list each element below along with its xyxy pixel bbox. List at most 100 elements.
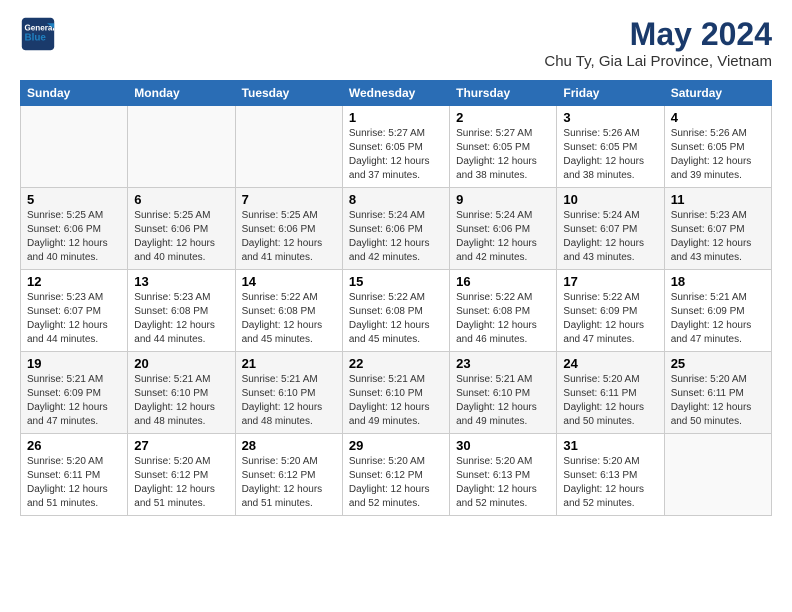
day-info: Sunrise: 5:21 AM Sunset: 6:10 PM Dayligh… [242,373,336,429]
day-info: Sunrise: 5:23 AM Sunset: 6:07 PM Dayligh… [27,291,121,347]
day-cell: 30Sunrise: 5:20 AM Sunset: 6:13 PM Dayli… [450,434,557,516]
day-cell: 4 Sunrise: 5:26 AM Sunset: 6:05 PM Daylig… [664,106,771,188]
day-number: 25 [671,356,765,371]
day-info: Sunrise: 5:21 AM Sunset: 6:09 PM Dayligh… [27,373,121,429]
day-cell: 24 Sunrise: 5:20 AM Sunset: 6:11 PM Dayli… [557,352,664,434]
day-info: Sunrise: 5:22 AM Sunset: 6:09 PM Dayligh… [563,291,657,347]
day-number: 8 [349,192,443,207]
day-cell: 9Sunrise: 5:24 AM Sunset: 6:06 PM Daylig… [450,188,557,270]
day-cell: 16 Sunrise: 5:22 AM Sunset: 6:08 PM Dayli… [450,270,557,352]
day-info: Sunrise: 5:21 AM Sunset: 6:10 PM Dayligh… [456,373,550,429]
day-info: Sunrise: 5:27 AM Sunset: 6:05 PM Dayligh… [349,127,443,183]
day-number: 29 [349,438,443,453]
subtitle: Chu Ty, Gia Lai Province, Vietnam [544,53,772,70]
day-cell: 28 Sunrise: 5:20 AM Sunset: 6:12 PM Dayli… [235,434,342,516]
day-info: Sunrise: 5:22 AM Sunset: 6:08 PM Dayligh… [242,291,336,347]
col-header-friday: Friday [557,81,664,106]
logo: General Blue [20,16,56,52]
main-title: May 2024 [544,16,772,53]
day-cell: 15 Sunrise: 5:22 AM Sunset: 6:08 PM Dayli… [342,270,449,352]
day-info: Sunrise: 5:26 AM Sunset: 6:05 PM Dayligh… [671,127,765,183]
day-number: 14 [242,274,336,289]
day-info: Sunrise: 5:20 AM Sunset: 6:11 PM Dayligh… [671,373,765,429]
col-header-monday: Monday [128,81,235,106]
day-number: 16 [456,274,550,289]
day-number: 10 [563,192,657,207]
day-number: 4 [671,110,765,125]
day-number: 2 [456,110,550,125]
day-number: 26 [27,438,121,453]
logo-icon: General Blue [20,16,56,52]
col-header-sunday: Sunday [21,81,128,106]
day-info: Sunrise: 5:20 AM Sunset: 6:12 PM Dayligh… [134,455,228,511]
day-cell: 10 Sunrise: 5:24 AM Sunset: 6:07 PM Dayli… [557,188,664,270]
week-row-5: 26Sunrise: 5:20 AM Sunset: 6:11 PM Dayli… [21,434,772,516]
day-cell: 13Sunrise: 5:23 AM Sunset: 6:08 PM Dayli… [128,270,235,352]
day-number: 24 [563,356,657,371]
day-info: Sunrise: 5:24 AM Sunset: 6:07 PM Dayligh… [563,209,657,265]
week-row-4: 19 Sunrise: 5:21 AM Sunset: 6:09 PM Dayli… [21,352,772,434]
day-cell: 31 Sunrise: 5:20 AM Sunset: 6:13 PM Dayli… [557,434,664,516]
day-number: 6 [134,192,228,207]
day-info: Sunrise: 5:22 AM Sunset: 6:08 PM Dayligh… [349,291,443,347]
day-number: 31 [563,438,657,453]
day-cell [21,106,128,188]
day-number: 18 [671,274,765,289]
day-number: 19 [27,356,121,371]
day-number: 21 [242,356,336,371]
day-cell: 2 Sunrise: 5:27 AM Sunset: 6:05 PM Daylig… [450,106,557,188]
day-number: 1 [349,110,443,125]
day-cell: 3 Sunrise: 5:26 AM Sunset: 6:05 PM Daylig… [557,106,664,188]
day-cell: 5Sunrise: 5:25 AM Sunset: 6:06 PM Daylig… [21,188,128,270]
days-header-row: SundayMondayTuesdayWednesdayThursdayFrid… [21,81,772,106]
day-number: 27 [134,438,228,453]
day-cell: 21 Sunrise: 5:21 AM Sunset: 6:10 PM Dayli… [235,352,342,434]
day-info: Sunrise: 5:20 AM Sunset: 6:12 PM Dayligh… [349,455,443,511]
day-number: 5 [27,192,121,207]
day-cell: 25 Sunrise: 5:20 AM Sunset: 6:11 PM Dayli… [664,352,771,434]
day-cell: 18 Sunrise: 5:21 AM Sunset: 6:09 PM Dayli… [664,270,771,352]
day-info: Sunrise: 5:25 AM Sunset: 6:06 PM Dayligh… [134,209,228,265]
day-number: 20 [134,356,228,371]
day-info: Sunrise: 5:20 AM Sunset: 6:13 PM Dayligh… [563,455,657,511]
svg-text:Blue: Blue [25,32,47,43]
calendar-table: SundayMondayTuesdayWednesdayThursdayFrid… [20,80,772,516]
day-info: Sunrise: 5:20 AM Sunset: 6:11 PM Dayligh… [563,373,657,429]
day-number: 15 [349,274,443,289]
day-number: 7 [242,192,336,207]
day-cell: 22 Sunrise: 5:21 AM Sunset: 6:10 PM Dayli… [342,352,449,434]
day-cell: 17Sunrise: 5:22 AM Sunset: 6:09 PM Dayli… [557,270,664,352]
day-cell [128,106,235,188]
day-cell: 29 Sunrise: 5:20 AM Sunset: 6:12 PM Dayli… [342,434,449,516]
day-cell: 1 Sunrise: 5:27 AM Sunset: 6:05 PM Daylig… [342,106,449,188]
day-number: 28 [242,438,336,453]
day-cell [664,434,771,516]
day-info: Sunrise: 5:21 AM Sunset: 6:10 PM Dayligh… [349,373,443,429]
day-info: Sunrise: 5:27 AM Sunset: 6:05 PM Dayligh… [456,127,550,183]
day-cell: 26Sunrise: 5:20 AM Sunset: 6:11 PM Dayli… [21,434,128,516]
col-header-tuesday: Tuesday [235,81,342,106]
day-cell: 12 Sunrise: 5:23 AM Sunset: 6:07 PM Dayli… [21,270,128,352]
day-number: 23 [456,356,550,371]
day-info: Sunrise: 5:23 AM Sunset: 6:07 PM Dayligh… [671,209,765,265]
day-cell: 14 Sunrise: 5:22 AM Sunset: 6:08 PM Dayli… [235,270,342,352]
day-cell: 19 Sunrise: 5:21 AM Sunset: 6:09 PM Dayli… [21,352,128,434]
day-number: 3 [563,110,657,125]
col-header-wednesday: Wednesday [342,81,449,106]
day-info: Sunrise: 5:21 AM Sunset: 6:09 PM Dayligh… [671,291,765,347]
day-number: 22 [349,356,443,371]
day-info: Sunrise: 5:24 AM Sunset: 6:06 PM Dayligh… [349,209,443,265]
day-number: 12 [27,274,121,289]
day-number: 13 [134,274,228,289]
day-info: Sunrise: 5:20 AM Sunset: 6:12 PM Dayligh… [242,455,336,511]
day-number: 11 [671,192,765,207]
week-row-2: 5 Sunrise: 5:25 AM Sunset: 6:06 PM Daylig… [21,188,772,270]
day-info: Sunrise: 5:22 AM Sunset: 6:08 PM Dayligh… [456,291,550,347]
day-info: Sunrise: 5:24 AM Sunset: 6:06 PM Dayligh… [456,209,550,265]
day-info: Sunrise: 5:26 AM Sunset: 6:05 PM Dayligh… [563,127,657,183]
day-cell: 11 Sunrise: 5:23 AM Sunset: 6:07 PM Dayli… [664,188,771,270]
day-info: Sunrise: 5:25 AM Sunset: 6:06 PM Dayligh… [242,209,336,265]
day-cell: 20Sunrise: 5:21 AM Sunset: 6:10 PM Dayli… [128,352,235,434]
day-cell: 27 Sunrise: 5:20 AM Sunset: 6:12 PM Dayli… [128,434,235,516]
day-cell: 23 Sunrise: 5:21 AM Sunset: 6:10 PM Dayli… [450,352,557,434]
